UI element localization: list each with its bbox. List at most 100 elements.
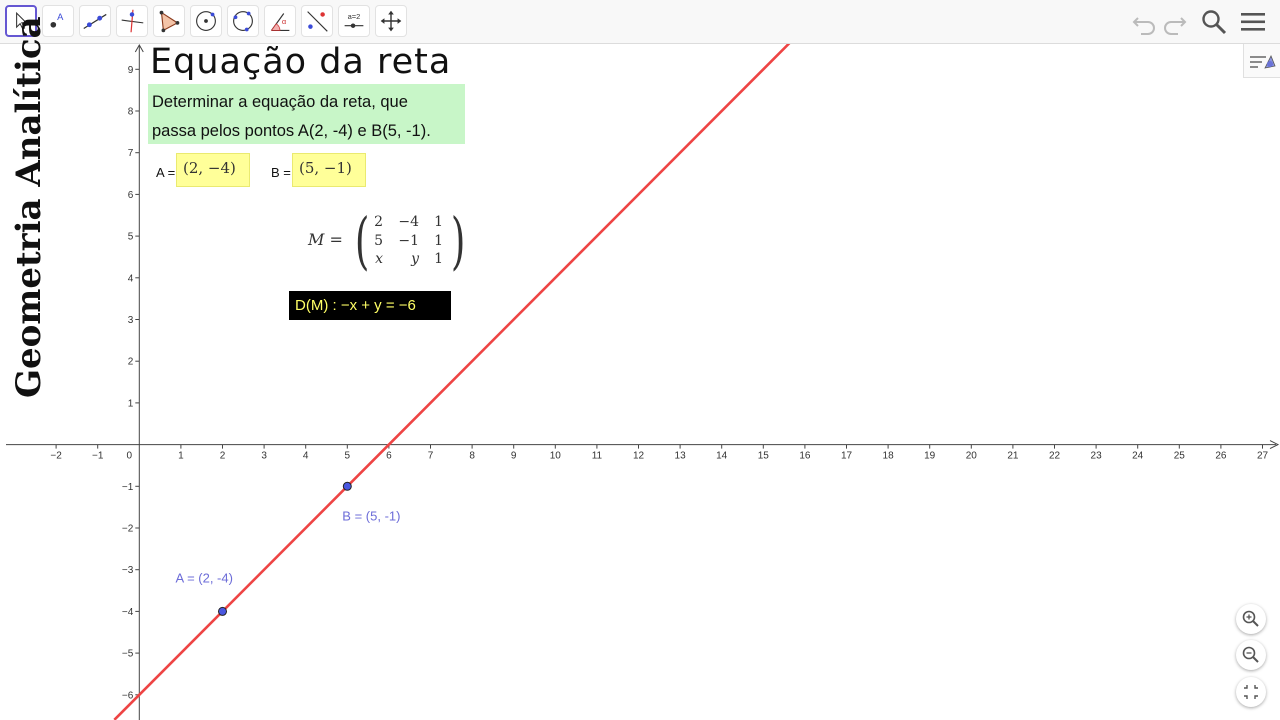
determinant-result: D(M) : −x + y = −6 [289,291,451,320]
move-arrows-icon [380,10,402,32]
y-tick-label: −3 [122,565,134,576]
matrix-cell: −4 [398,214,419,230]
slider-icon: a=2 [344,12,364,28]
side-title: Geometria Analítica [4,16,54,400]
y-tick-label: 7 [128,148,134,159]
y-tick-label: 2 [128,357,134,368]
matrix-cell: 5 [374,233,383,249]
x-tick-label: 9 [511,451,517,462]
x-tick-label: 10 [550,451,562,462]
x-tick-label: −1 [92,451,104,462]
x-tick-label: 24 [1132,451,1144,462]
reflect-line-icon [307,11,328,32]
x-tick-label: 19 [924,451,936,462]
matrix-cell: 1 [434,214,443,230]
search-button[interactable] [1199,7,1229,37]
redo-icon [1164,17,1187,35]
x-tick-label: 17 [841,451,853,462]
slider-tool-button[interactable]: a=2 [338,5,370,37]
zoom-out-button[interactable] [1236,640,1266,670]
page-title: Equação da reta [150,42,452,82]
point-a[interactable] [218,606,227,616]
x-tick-label: 2 [220,451,226,462]
x-tick-label: 23 [1091,451,1103,462]
perpendicular-line-tool-button[interactable] [116,5,148,37]
x-tick-label: 13 [675,451,687,462]
x-tick-label: 12 [633,451,645,462]
input-a-label: A = [156,165,176,180]
y-axis-ticks: 9 8 7 6 5 4 3 2 1 −1 −2 −3 −4 −5 −6 [122,65,140,701]
x-tick-label: 7 [428,451,434,462]
zoom-in-icon [1242,610,1259,627]
main-menu-button[interactable] [1238,7,1268,37]
x-tick-label: 0 [127,451,133,462]
matrix-right-paren: ) [450,204,466,277]
polygon-tool-button[interactable] [153,5,185,37]
y-tick-label: 3 [128,315,134,326]
point-a-label: A = (2, -4) [176,570,233,585]
perpendicular-line-icon [121,9,144,33]
points-layer: A = (2, -4) B = (5, -1) [176,481,400,616]
x-tick-label: 27 [1257,451,1269,462]
input-b-field[interactable]: (5, −1) [292,153,366,187]
input-a-field[interactable]: (2, −4) [176,153,250,187]
coordinate-axes [6,44,1280,720]
fullscreen-exit-icon [1244,685,1258,699]
line-tool-button[interactable] [79,5,111,37]
x-tick-label: 25 [1174,451,1186,462]
point-b[interactable] [342,481,352,491]
matrix-cell: −1 [398,233,419,249]
undo-icon [1132,17,1155,35]
point-b-label: B = (5, -1) [342,508,400,523]
x-tick-label: 6 [386,451,392,462]
search-icon [1202,10,1227,35]
matrix-cell: 1 [434,233,443,249]
zoom-in-button[interactable] [1236,604,1266,634]
redo-button[interactable] [1160,7,1190,37]
x-tick-label: 8 [469,451,475,462]
y-tick-label: 6 [128,190,134,201]
hamburger-menu-icon [1241,13,1265,31]
move-graphics-view-tool-button[interactable] [375,5,407,37]
x-tick-label: 22 [1049,451,1061,462]
svg-text:A: A [57,12,64,22]
undo-button[interactable] [1129,7,1159,37]
reflect-tool-button[interactable] [301,5,333,37]
y-tick-label: −1 [122,482,134,493]
input-b-label: B = [271,165,291,180]
matrix-m: ( ) 2 −4 1 5 −1 1 x y 1 [352,204,466,277]
y-tick-label: −5 [122,649,134,660]
x-tick-label: 5 [345,451,351,462]
x-tick-label: 20 [966,451,978,462]
svg-text:a=2: a=2 [348,12,361,21]
y-tick-label: −2 [122,524,134,535]
angle-icon: α [270,13,290,31]
x-tick-label: 21 [1007,451,1019,462]
x-tick-label: 26 [1215,451,1227,462]
matrix-cell: x [375,251,383,267]
circle-three-points-icon [233,11,253,32]
circle-three-points-tool-button[interactable] [227,5,259,37]
x-tick-label: 14 [716,451,728,462]
polygon-icon [159,10,180,33]
y-tick-label: −4 [122,607,134,618]
x-tick-label: 15 [758,451,770,462]
x-axis-ticks: −2 −1 0 1 2 3 4 5 6 7 8 9 10 11 12 13 14 15 16 17 18 19 20 21 22… [50,444,1269,462]
angle-tool-button[interactable]: α [264,5,296,37]
style-bar-toggle[interactable] [1243,44,1280,78]
circle-tool-button[interactable] [190,5,222,37]
matrix-cell: 1 [434,251,443,267]
matrix-cell: y [411,251,419,267]
fullscreen-button[interactable] [1236,677,1266,707]
statement-line-2: passa pelos pontos A(2, -4) e B(5, -1). [152,122,431,140]
x-tick-label: 11 [592,451,603,462]
matrix-label: M = [308,230,343,249]
y-tick-label: 1 [128,398,134,409]
toolbar: A α a=2 [0,0,1280,44]
y-tick-label: −6 [122,690,134,701]
y-tick-label: 5 [128,232,134,243]
y-tick-label: 9 [128,65,134,76]
line-icon [83,13,107,30]
side-title-text: Geometria Analítica [9,16,49,398]
problem-statement: Determinar a equação da reta, que passa … [148,84,465,144]
